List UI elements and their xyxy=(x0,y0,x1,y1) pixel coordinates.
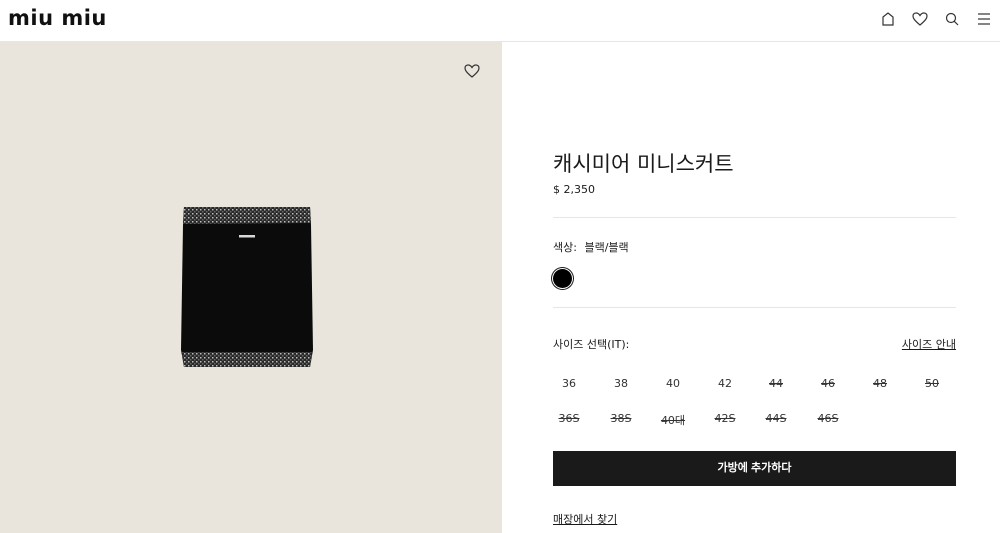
size-option[interactable]: 42 xyxy=(705,377,745,390)
size-option-unavailable[interactable]: 44 xyxy=(756,377,796,390)
size-option-unavailable[interactable]: 48 xyxy=(860,377,900,390)
find-in-store-link[interactable]: 매장에서 찾기 xyxy=(553,511,617,527)
size-option[interactable]: 36 xyxy=(549,377,589,390)
size-option-unavailable[interactable]: 44S xyxy=(756,412,796,425)
size-option[interactable]: 38 xyxy=(601,377,641,390)
color-row: 색상: 블랙/블랙 xyxy=(553,239,629,255)
bag-icon[interactable] xyxy=(879,10,897,28)
menu-icon[interactable] xyxy=(975,10,993,28)
size-option[interactable]: 40 xyxy=(653,377,693,390)
site-header: miu miu xyxy=(0,0,1000,42)
divider xyxy=(553,307,956,308)
color-value: 블랙/블랙 xyxy=(584,241,629,254)
color-label: 색상: xyxy=(553,241,577,254)
color-swatch-black[interactable] xyxy=(553,269,572,288)
add-to-bag-button[interactable]: 가방에 추가하다 xyxy=(553,451,956,486)
divider xyxy=(553,217,956,218)
add-to-wishlist-heart-icon[interactable] xyxy=(463,62,481,80)
size-option-unavailable[interactable]: 42S xyxy=(705,412,745,425)
size-option-unavailable[interactable]: 46S xyxy=(808,412,848,425)
size-option-unavailable[interactable]: 36S xyxy=(549,412,589,425)
size-option-unavailable[interactable]: 50 xyxy=(912,377,952,390)
product-photo-skirt xyxy=(180,205,314,369)
size-select-label: 사이즈 선택(IT): xyxy=(553,338,630,351)
product-price: $ 2,350 xyxy=(553,183,595,196)
size-option-unavailable[interactable]: 38S xyxy=(601,412,641,425)
product-title: 캐시미어 미니스커트 xyxy=(553,152,734,176)
size-option-unavailable[interactable]: 40대 xyxy=(653,412,693,428)
product-image-pane xyxy=(0,42,502,533)
wishlist-heart-icon[interactable] xyxy=(911,10,929,28)
search-icon[interactable] xyxy=(943,10,961,28)
size-guide-link[interactable]: 사이즈 안내 xyxy=(902,336,956,352)
size-option-unavailable[interactable]: 46 xyxy=(808,377,848,390)
brand-logo[interactable]: miu miu xyxy=(8,6,107,30)
